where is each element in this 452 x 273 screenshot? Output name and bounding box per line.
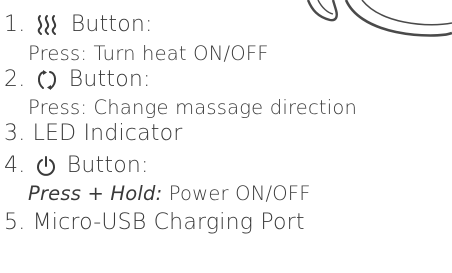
item-5-label: Micro-USB Charging Port bbox=[32, 210, 305, 235]
item-4-number: 4. bbox=[4, 153, 26, 178]
power-icon bbox=[35, 155, 57, 177]
item-1-label: Button: bbox=[70, 12, 153, 37]
item-4-detail-action: Press + Hold: bbox=[28, 182, 163, 205]
item-2-heading: 2. Button: bbox=[4, 66, 151, 94]
item-2-detail: Press: Change massage direction bbox=[28, 95, 357, 120]
item-3-number: 3. bbox=[4, 121, 26, 146]
item-1-detail: Press: Turn heat ON/OFF bbox=[28, 41, 269, 66]
item-3-heading: 3. LED Indicator bbox=[4, 120, 183, 148]
item-1-detail-text: Press: Turn heat ON/OFF bbox=[28, 42, 269, 65]
item-4-heading: 4. Button: bbox=[4, 152, 149, 180]
direction-arrows-icon bbox=[35, 69, 59, 91]
item-5-number: 5. bbox=[4, 210, 26, 235]
item-5-heading: 5. Micro-USB Charging Port bbox=[4, 209, 305, 237]
item-4-label: Button: bbox=[66, 153, 149, 178]
item-2-detail-text: Press: Change massage direction bbox=[28, 96, 358, 119]
item-2-label: Button: bbox=[68, 67, 151, 92]
heat-icon bbox=[35, 14, 61, 36]
item-1-heading: 1. Button: bbox=[4, 11, 153, 39]
item-4-detail-text: Power ON/OFF bbox=[162, 182, 311, 205]
item-1-number: 1. bbox=[4, 12, 26, 37]
item-3-label: LED Indicator bbox=[32, 121, 183, 146]
item-2-number: 2. bbox=[4, 67, 26, 92]
item-4-detail: Press + Hold: Power ON/OFF bbox=[28, 181, 311, 206]
